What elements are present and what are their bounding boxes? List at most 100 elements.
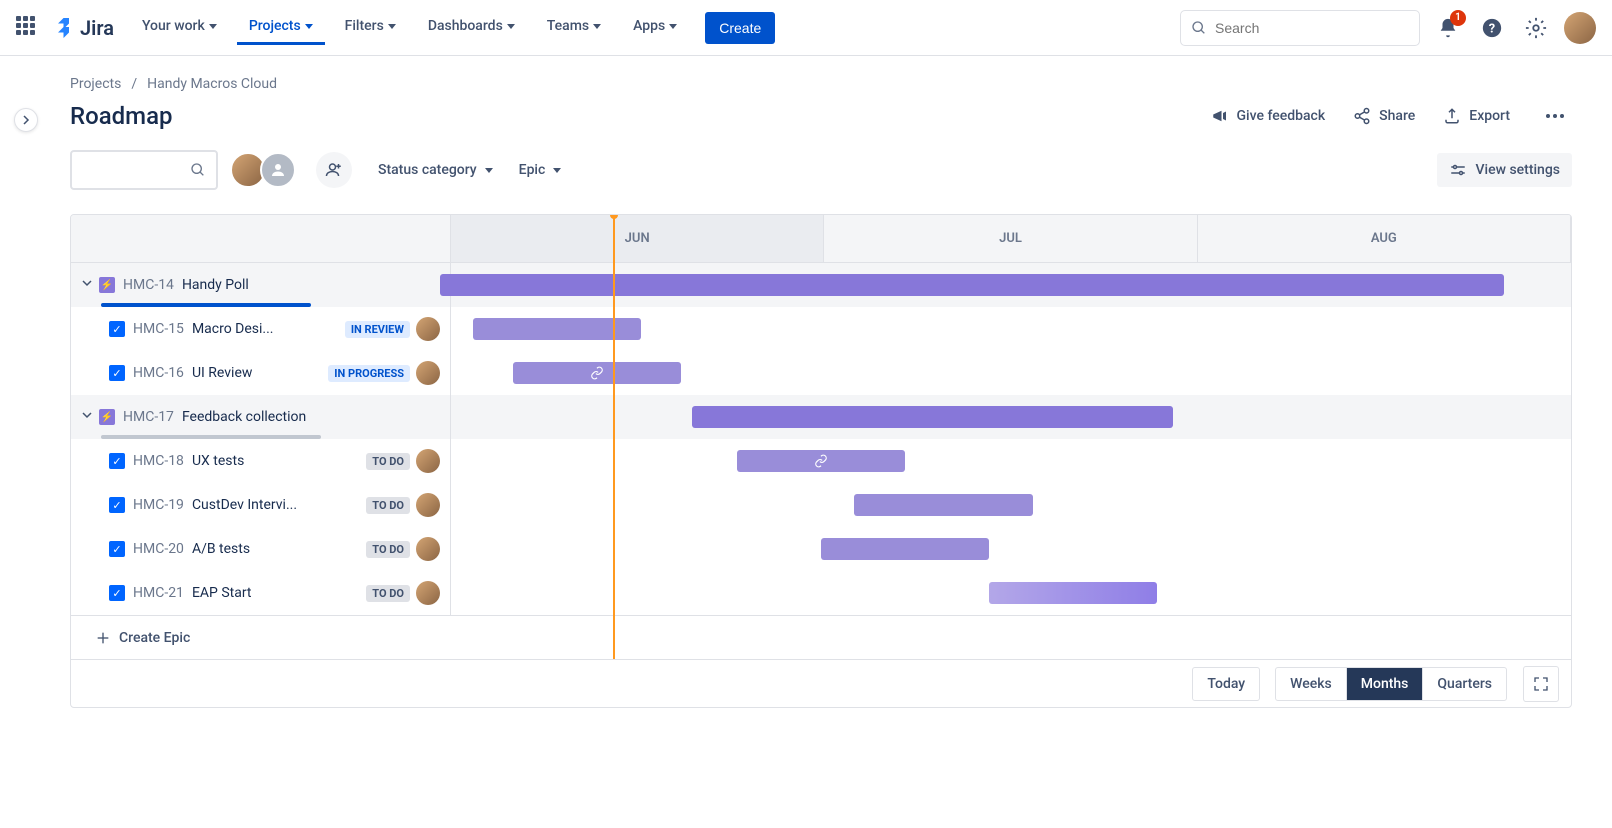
- issue-key[interactable]: HMC-17: [123, 409, 174, 425]
- issue-key[interactable]: HMC-20: [133, 541, 184, 557]
- issue-title[interactable]: Feedback collection: [182, 409, 306, 425]
- link-icon: [814, 454, 828, 468]
- status-badge: TO DO: [366, 453, 410, 470]
- status-badge: TO DO: [366, 585, 410, 602]
- issue-title[interactable]: Macro Desi...: [192, 321, 274, 337]
- breadcrumb-root[interactable]: Projects: [70, 76, 121, 92]
- issue-key[interactable]: HMC-14: [123, 277, 174, 293]
- timeline-months: JUNJULAUG: [451, 215, 1571, 262]
- sidebar-toggle[interactable]: [14, 108, 38, 132]
- chevron-down-icon: [209, 24, 217, 29]
- issue-key[interactable]: HMC-16: [133, 365, 184, 381]
- issue-title[interactable]: Handy Poll: [182, 277, 249, 293]
- top-navigation: Jira Your workProjectsFiltersDashboardsT…: [0, 0, 1612, 56]
- task-icon: ✓: [109, 453, 125, 469]
- chevron-down-icon: [553, 168, 561, 173]
- nav-item-apps[interactable]: Apps: [621, 10, 689, 45]
- timeline-bar[interactable]: [854, 494, 1033, 516]
- view-settings-button[interactable]: View settings: [1437, 153, 1572, 187]
- megaphone-icon: [1211, 107, 1229, 125]
- app-switcher-icon[interactable]: [16, 16, 40, 40]
- epic-row: ⚡ HMC-17 Feedback collection: [71, 395, 1571, 439]
- issue-title[interactable]: A/B tests: [192, 541, 250, 557]
- today-button[interactable]: Today: [1192, 667, 1260, 701]
- timeline-bar[interactable]: [989, 582, 1157, 604]
- timeline-bar[interactable]: [440, 274, 1504, 296]
- unassigned-avatar[interactable]: [260, 152, 296, 188]
- assignee-avatar[interactable]: [416, 537, 440, 561]
- timeline-bar[interactable]: [692, 406, 1174, 428]
- timeline-bar[interactable]: [821, 538, 989, 560]
- task-row: ✓HMC-20A/B testsTO DO: [71, 527, 1571, 571]
- more-actions-button[interactable]: [1538, 106, 1572, 126]
- create-epic-button[interactable]: Create Epic: [71, 615, 1571, 659]
- search-box[interactable]: [1180, 10, 1420, 46]
- gear-icon: [1525, 17, 1547, 39]
- status-badge: TO DO: [366, 497, 410, 514]
- chevron-down-icon: [485, 168, 493, 173]
- chevron-down-icon: [669, 24, 677, 29]
- plus-icon: [95, 630, 111, 646]
- timeline-bar[interactable]: [473, 318, 641, 340]
- search-input[interactable]: [1215, 20, 1409, 36]
- scale-months[interactable]: Months: [1346, 667, 1424, 701]
- user-avatar[interactable]: [1564, 12, 1596, 44]
- assignee-avatar[interactable]: [416, 449, 440, 473]
- breadcrumb-project[interactable]: Handy Macros Cloud: [147, 76, 277, 92]
- scale-quarters[interactable]: Quarters: [1422, 667, 1507, 701]
- search-icon: [190, 162, 206, 178]
- status-badge: IN PROGRESS: [328, 365, 410, 382]
- timeline-bar[interactable]: [737, 450, 905, 472]
- issue-title[interactable]: UI Review: [192, 365, 252, 381]
- epic-filter[interactable]: Epic: [519, 162, 562, 178]
- epic-icon: ⚡: [99, 409, 115, 425]
- task-row: ✓HMC-19CustDev Intervi...TO DO: [71, 483, 1571, 527]
- page-title: Roadmap: [70, 102, 173, 130]
- settings-button[interactable]: [1520, 12, 1552, 44]
- add-person-button[interactable]: [316, 152, 352, 188]
- chevron-down-icon: [593, 24, 601, 29]
- task-row: ✓HMC-21EAP StartTO DO: [71, 571, 1571, 615]
- expand-button[interactable]: [81, 277, 93, 293]
- epic-row: ⚡HMC-14Handy Poll: [71, 263, 1571, 307]
- roadmap: JUNJULAUG ⚡ HMC-14 Handy Poll ✓ HMC-15 Macro …: [70, 214, 1572, 708]
- fullscreen-button[interactable]: [1523, 666, 1559, 702]
- today-marker: [613, 215, 615, 659]
- nav-item-teams[interactable]: Teams: [535, 10, 613, 45]
- issue-key[interactable]: HMC-15: [133, 321, 184, 337]
- give-feedback-button[interactable]: Give feedback: [1211, 107, 1326, 125]
- nav-item-projects[interactable]: Projects: [237, 10, 325, 45]
- help-icon: ?: [1481, 17, 1503, 39]
- filter-search[interactable]: [70, 150, 218, 190]
- issue-key[interactable]: HMC-21: [133, 585, 184, 601]
- nav-item-dashboards[interactable]: Dashboards: [416, 10, 527, 45]
- add-person-icon: [325, 161, 343, 179]
- issue-title[interactable]: CustDev Intervi...: [192, 497, 297, 513]
- issue-title[interactable]: UX tests: [192, 453, 244, 469]
- month-header: AUG: [1198, 215, 1571, 262]
- jira-logo[interactable]: Jira: [52, 16, 114, 40]
- assignee-avatar[interactable]: [416, 493, 440, 517]
- issue-title[interactable]: EAP Start: [192, 585, 252, 601]
- issue-key[interactable]: HMC-19: [133, 497, 184, 513]
- export-button[interactable]: Export: [1443, 107, 1510, 125]
- assignee-avatar[interactable]: [416, 361, 440, 385]
- task-icon: ✓: [109, 541, 125, 557]
- assignee-avatar[interactable]: [416, 581, 440, 605]
- expand-button[interactable]: [81, 409, 93, 425]
- assignee-avatar[interactable]: [416, 317, 440, 341]
- status-category-filter[interactable]: Status category: [378, 162, 493, 178]
- task-row: ✓HMC-16UI ReviewIN PROGRESS: [71, 351, 1571, 395]
- breadcrumb: Projects / Handy Macros Cloud: [70, 76, 1572, 92]
- assignee-filter[interactable]: [230, 152, 296, 188]
- create-button[interactable]: Create: [705, 12, 775, 44]
- timeline-bar[interactable]: [513, 362, 681, 384]
- nav-item-your-work[interactable]: Your work: [130, 10, 229, 45]
- issue-key[interactable]: HMC-18: [133, 453, 184, 469]
- scale-weeks[interactable]: Weeks: [1275, 667, 1347, 701]
- share-button[interactable]: Share: [1353, 107, 1415, 125]
- nav-item-filters[interactable]: Filters: [333, 10, 408, 45]
- notifications-button[interactable]: 1: [1432, 12, 1464, 44]
- help-button[interactable]: ?: [1476, 12, 1508, 44]
- logo-text: Jira: [80, 16, 114, 40]
